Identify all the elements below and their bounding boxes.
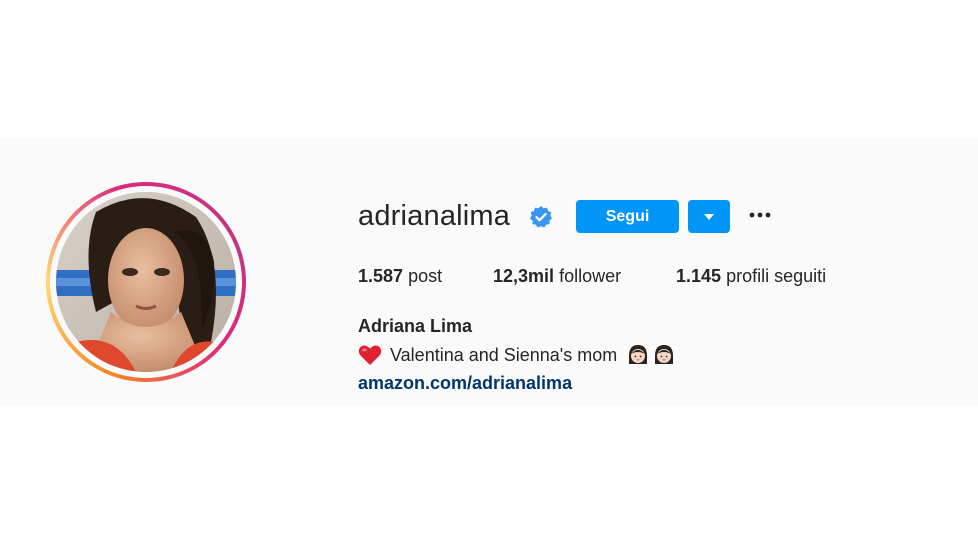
red-heart-emoji xyxy=(358,345,382,365)
posts-count: 1.587 xyxy=(358,266,404,286)
stat-following[interactable]: 1.145 profili seguiti xyxy=(676,266,826,287)
stat-posts: 1.587 post xyxy=(358,266,442,287)
followers-count: 12,3mil xyxy=(493,266,555,286)
following-label: profili seguiti xyxy=(726,266,827,286)
posts-label: post xyxy=(408,266,443,286)
profile-header: adrianalima Segui 1.587 post 12,3mil fol… xyxy=(0,138,978,406)
girl-emoji xyxy=(655,345,674,364)
bio-text: Valentina and Sienna's mom xyxy=(390,344,618,365)
following-count: 1.145 xyxy=(676,266,722,286)
stat-followers[interactable]: 12,3mil follower xyxy=(493,266,621,287)
more-options-icon xyxy=(749,212,771,218)
bio: Valentina and Sienna's mom xyxy=(358,344,675,366)
bio-link[interactable]: amazon.com/adrianalima xyxy=(358,373,572,394)
avatar-photo xyxy=(56,192,236,372)
more-options-button[interactable] xyxy=(746,204,774,226)
verified-badge-icon xyxy=(530,206,552,228)
chevron-down-icon xyxy=(704,213,714,220)
full-name: Adriana Lima xyxy=(358,316,473,336)
username: adrianalima xyxy=(358,200,511,232)
suggested-accounts-dropdown-button[interactable] xyxy=(688,200,730,233)
avatar[interactable] xyxy=(56,192,236,372)
girl-emoji xyxy=(629,345,648,364)
story-ring[interactable] xyxy=(46,182,246,382)
follow-button[interactable]: Segui xyxy=(576,200,679,233)
followers-label: follower xyxy=(559,266,622,286)
